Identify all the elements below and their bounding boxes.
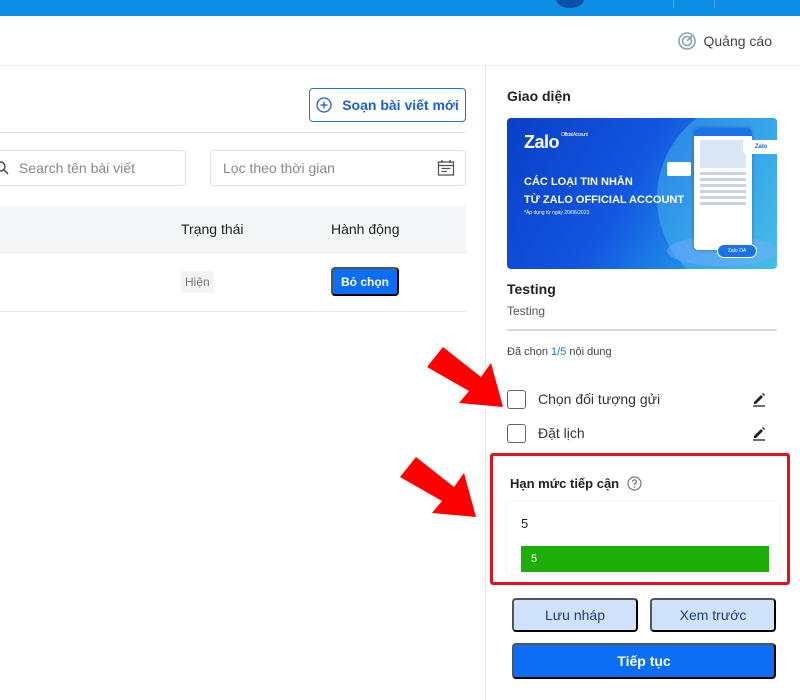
reach-quota-value: 5 bbox=[521, 516, 529, 531]
column-header-action: Hành động bbox=[331, 221, 400, 237]
status-badge: Hiện bbox=[181, 271, 214, 293]
reach-quota-highlight: Hạn mức tiếp cận 5 5 bbox=[490, 453, 790, 585]
checkbox[interactable] bbox=[507, 423, 526, 443]
option-choose-audience: Chọn đối tượng gửi bbox=[507, 387, 767, 411]
top-nav-bar bbox=[0, 0, 800, 16]
preview-banner-image: Zalo Official Account CÁC LOẠI TIN NHẮN T… bbox=[507, 118, 777, 269]
reach-quota-bar: 5 bbox=[521, 546, 769, 572]
zalo-oa-badge: Zalo OA bbox=[717, 244, 757, 258]
post-title: Testing bbox=[507, 281, 556, 297]
plus-circle-icon bbox=[316, 97, 332, 113]
avatar[interactable] bbox=[556, 0, 584, 8]
table-header: Trạng thái Hành động bbox=[0, 206, 466, 253]
section-title: Giao diện bbox=[507, 88, 571, 104]
reach-quota-title: Hạn mức tiếp cận bbox=[510, 476, 642, 491]
unselect-button[interactable]: Bỏ chọn bbox=[331, 267, 399, 296]
divider bbox=[507, 329, 777, 331]
option-label: Đặt lịch bbox=[538, 425, 585, 441]
compose-new-post-button[interactable]: Soạn bài viết mới bbox=[309, 88, 466, 122]
search-placeholder: Search tên bài viết bbox=[19, 160, 135, 176]
ads-link[interactable]: Quảng cáo bbox=[677, 32, 773, 50]
reach-quota-track: 5 bbox=[521, 546, 769, 572]
reach-quota-box: 5 5 bbox=[507, 502, 779, 574]
pencil-icon[interactable] bbox=[751, 425, 767, 441]
date-filter-placeholder: Lọc theo thời gian bbox=[223, 160, 335, 176]
side-panel: Giao diện Zalo Official Account CÁC LOẠI … bbox=[487, 66, 800, 700]
red-arrow-annotation bbox=[427, 347, 503, 407]
zalo-bubble: Zalo bbox=[743, 140, 777, 154]
banner-headline-2: TỪ ZALO OFFICIAL ACCOUNT bbox=[524, 194, 685, 206]
calendar-icon[interactable] bbox=[437, 159, 455, 177]
continue-button[interactable]: Tiếp tục bbox=[512, 643, 776, 679]
main-content: Soạn bài viết mới Search tên bài viết Lọ… bbox=[0, 66, 486, 700]
option-label: Chọn đối tượng gửi bbox=[538, 391, 661, 407]
nav-separator bbox=[673, 0, 674, 8]
nav-separator bbox=[714, 0, 715, 8]
help-icon[interactable] bbox=[627, 476, 642, 491]
divider bbox=[0, 132, 466, 133]
table-row: Hiện Bỏ chọn bbox=[0, 253, 466, 312]
banner-headline-1: CÁC LOẠI TIN NHẮN bbox=[524, 176, 633, 188]
red-arrow-annotation bbox=[400, 457, 476, 517]
save-draft-button[interactable]: Lưu nháp bbox=[512, 598, 638, 632]
sub-header: Quảng cáo bbox=[0, 16, 800, 66]
preview-button[interactable]: Xem trước bbox=[650, 598, 776, 632]
search-input[interactable]: Search tên bài viết bbox=[0, 150, 186, 186]
selected-count-text: Đã chọn 1/5 nội dung bbox=[507, 346, 612, 358]
banner-card bbox=[667, 162, 691, 176]
pencil-icon[interactable] bbox=[751, 391, 767, 407]
zalo-logo: Zalo Official Account bbox=[524, 132, 588, 152]
date-filter-input[interactable]: Lọc theo thời gian bbox=[210, 150, 466, 186]
selected-count: 1/5 bbox=[551, 346, 567, 358]
panel-footer: Lưu nháp Xem trước Tiếp tục bbox=[487, 588, 800, 700]
option-schedule: Đặt lịch bbox=[507, 421, 767, 445]
banner-note: *Áp dụng từ ngày 20/06/2023 bbox=[524, 210, 590, 216]
compose-label: Soạn bài viết mới bbox=[342, 97, 459, 113]
search-icon bbox=[0, 161, 9, 175]
ads-label: Quảng cáo bbox=[703, 33, 773, 49]
post-description: Testing bbox=[507, 304, 546, 318]
target-icon bbox=[677, 32, 696, 50]
column-header-status: Trạng thái bbox=[181, 221, 244, 237]
